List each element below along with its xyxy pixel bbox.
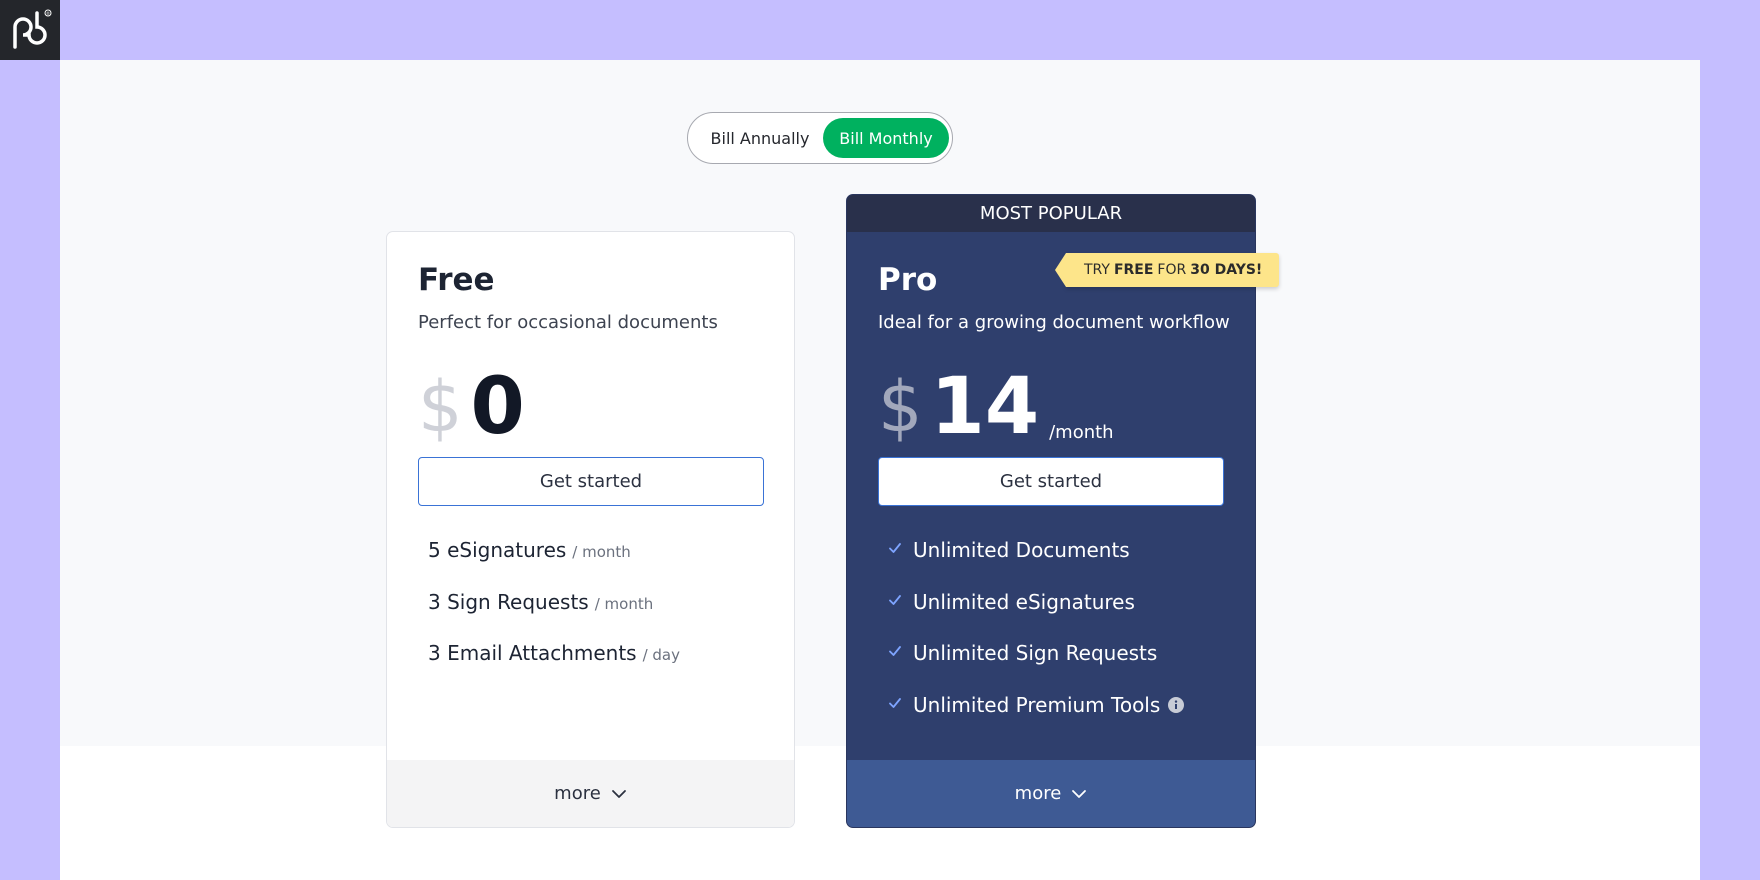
list-item: 3 Email Attachments / day bbox=[428, 641, 680, 693]
info-icon[interactable] bbox=[1168, 696, 1185, 713]
most-popular-banner: MOST POPULAR bbox=[847, 195, 1255, 232]
trial-days: 30 DAYS! bbox=[1190, 262, 1263, 278]
chevron-down-icon bbox=[611, 789, 626, 798]
plan-name: Free bbox=[418, 262, 495, 298]
feature-unit: / month bbox=[594, 594, 654, 613]
list-item: Unlimited Documents bbox=[888, 538, 1184, 590]
registered-mark: ® bbox=[46, 11, 50, 16]
currency-symbol: $ bbox=[418, 366, 463, 448]
plan-card-pro: MOST POPULAR Pro Ideal for a growing doc… bbox=[846, 194, 1256, 828]
check-icon bbox=[889, 646, 901, 656]
free-trial-badge: TRY FREE FOR 30 DAYS! bbox=[1054, 253, 1280, 287]
chevron-down-icon bbox=[1072, 789, 1087, 798]
plan-description: Ideal for a growing document workflow bbox=[878, 312, 1230, 333]
feature-list: 5 eSignatures / month 3 Sign Requests / … bbox=[428, 538, 680, 693]
more-button-pro[interactable]: more bbox=[847, 760, 1255, 827]
more-button-free[interactable]: more bbox=[387, 760, 794, 827]
more-label: more bbox=[554, 783, 601, 804]
feature-text: Unlimited eSignatures bbox=[913, 589, 1135, 614]
list-item: Unlimited eSignatures bbox=[888, 590, 1184, 642]
feature-text: 5 eSignatures bbox=[428, 538, 567, 562]
list-item: Unlimited Sign Requests bbox=[888, 641, 1184, 693]
price-amount: 0 bbox=[470, 362, 525, 452]
plan-name: Pro bbox=[878, 262, 938, 298]
trial-free: FREE bbox=[1113, 262, 1154, 278]
list-item: 5 eSignatures / month bbox=[428, 538, 680, 590]
bill-monthly-option[interactable]: Bill Monthly bbox=[823, 118, 949, 158]
plan-card-free: Free Perfect for occasional documents $ … bbox=[386, 231, 795, 828]
price: $ 0 bbox=[418, 365, 525, 449]
feature-text: Unlimited Documents bbox=[913, 538, 1130, 562]
feature-list: Unlimited Documents Unlimited eSignature… bbox=[888, 538, 1185, 745]
feature-text: 3 Sign Requests bbox=[428, 589, 589, 614]
price: $ 14 /month bbox=[878, 365, 1114, 449]
feature-text: Unlimited Premium Tools bbox=[913, 692, 1161, 717]
trial-prefix: TRY bbox=[1084, 262, 1110, 278]
pandadoc-logo[interactable]: ® bbox=[0, 0, 60, 60]
list-item: 3 Sign Requests / month bbox=[428, 590, 680, 642]
price-period: /month bbox=[1049, 422, 1114, 443]
check-icon bbox=[889, 594, 901, 605]
feature-text: 3 Email Attachments bbox=[428, 641, 637, 665]
logo-mark-icon: ® bbox=[13, 9, 52, 49]
get-started-button-pro[interactable]: Get started bbox=[878, 457, 1224, 506]
trial-for: FOR bbox=[1157, 262, 1187, 278]
currency-symbol: $ bbox=[878, 366, 923, 448]
bill-annually-option[interactable]: Bill Annually bbox=[694, 118, 826, 158]
billing-toggle[interactable]: Bill Annually Bill Monthly bbox=[687, 112, 953, 164]
more-label: more bbox=[1014, 783, 1062, 804]
plan-description: Perfect for occasional documents bbox=[418, 312, 718, 333]
feature-unit: / month bbox=[572, 543, 631, 561]
feature-text: Unlimited Sign Requests bbox=[913, 641, 1158, 665]
check-icon bbox=[889, 697, 901, 708]
check-icon bbox=[889, 543, 901, 553]
price-amount: 14 bbox=[930, 362, 1040, 452]
feature-unit: / day bbox=[642, 646, 681, 664]
list-item: Unlimited Premium Tools bbox=[888, 692, 1185, 745]
get-started-button-free[interactable]: Get started bbox=[418, 457, 764, 506]
